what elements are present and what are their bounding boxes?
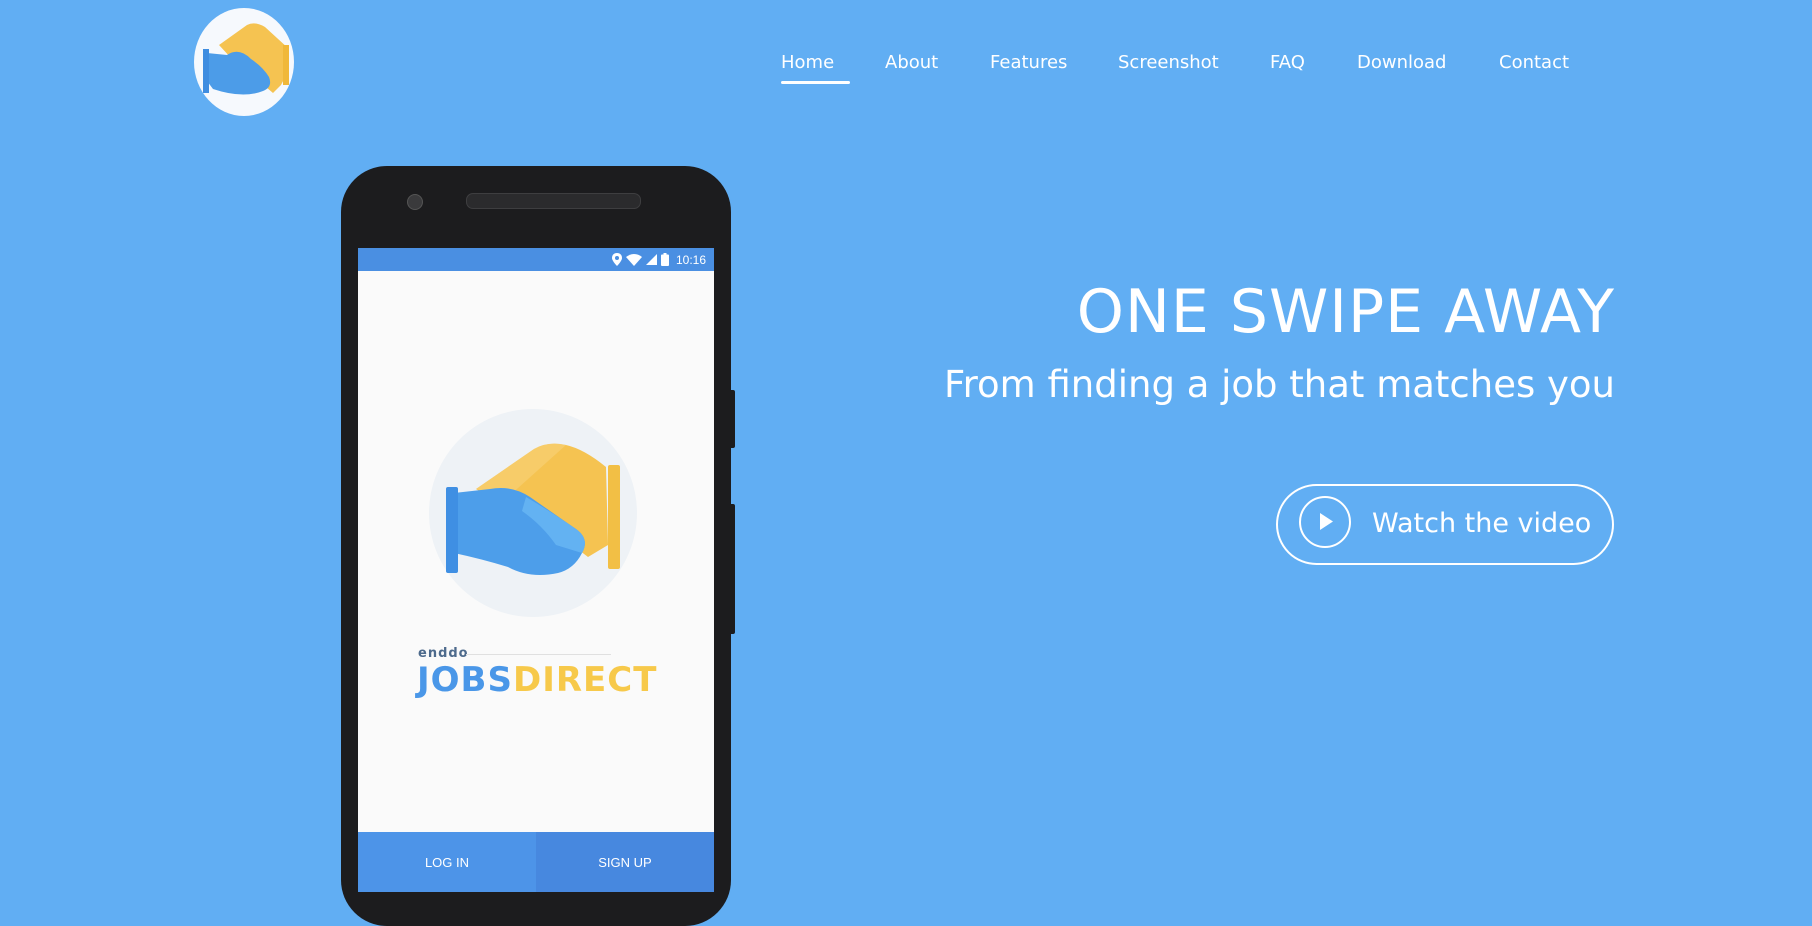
location-icon [611, 253, 622, 266]
status-time: 10:16 [675, 252, 706, 267]
main-nav: Home About Features Screenshot FAQ Downl… [0, 52, 1812, 92]
phone-side-button [729, 390, 735, 448]
phone-screen: 10:16 enddo JOBSDIRECT LOG IN SIGN UP [358, 248, 714, 892]
brand-direct: DIRECT [512, 660, 658, 700]
signup-button[interactable]: SIGN UP [536, 832, 714, 892]
brand-jobs: JOBS [417, 660, 513, 700]
handshake-icon [429, 409, 637, 617]
signal-icon [645, 254, 657, 265]
nav-about[interactable]: About [885, 52, 938, 73]
phone-volume-button [729, 504, 735, 634]
nav-features[interactable]: Features [990, 52, 1067, 73]
brand-subtitle: enddo [418, 646, 469, 661]
watch-video-label: Watch the video [1372, 508, 1592, 539]
nav-screenshot[interactable]: Screenshot [1118, 52, 1219, 73]
wifi-icon [625, 253, 642, 266]
app-logo [426, 405, 640, 621]
status-bar: 10:16 [358, 248, 714, 271]
watch-video-button[interactable]: Watch the video [1276, 484, 1614, 565]
hero-title: ONE SWIPE AWAY [1076, 277, 1615, 347]
camera-icon [407, 194, 423, 210]
nav-home[interactable]: Home [781, 52, 851, 84]
phone-speaker [466, 193, 641, 209]
nav-download[interactable]: Download [1357, 52, 1446, 73]
nav-contact[interactable]: Contact [1499, 52, 1569, 73]
brand-divider [466, 654, 611, 655]
nav-faq[interactable]: FAQ [1270, 52, 1305, 73]
battery-icon [660, 253, 669, 266]
hero-subtitle: From finding a job that matches you [944, 363, 1615, 406]
brand-wordmark: JOBSDIRECT [417, 660, 657, 700]
login-button[interactable]: LOG IN [358, 832, 536, 892]
play-icon [1299, 496, 1351, 548]
phone-mockup: 10:16 enddo JOBSDIRECT LOG IN SIGN UP [341, 166, 735, 926]
